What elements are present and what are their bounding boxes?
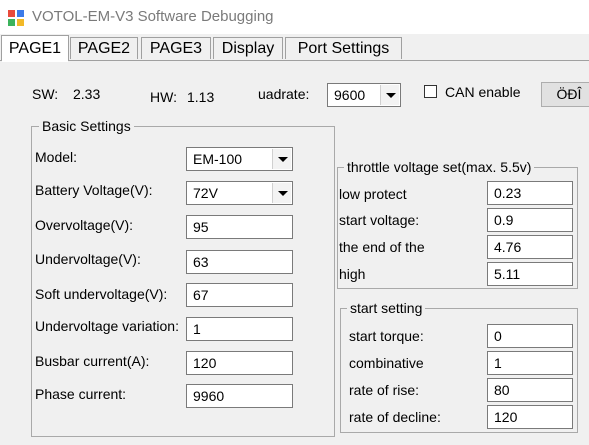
sw-label: SW: <box>32 86 59 102</box>
low-protect-label: low protect <box>339 186 407 202</box>
chevron-down-icon[interactable] <box>272 183 291 203</box>
low-protect-field[interactable]: 0.23 <box>487 181 573 205</box>
start-setting-legend: start setting <box>347 300 426 316</box>
model-value: EM-100 <box>193 151 243 167</box>
rate-of-rise-field[interactable]: 80 <box>487 378 573 402</box>
tab-display[interactable]: Display <box>213 37 283 59</box>
end-voltage-field[interactable]: 4.76 <box>487 235 573 259</box>
busbar-current-label: Busbar current(A): <box>35 353 150 369</box>
battery-voltage-label: Battery Voltage(V): <box>35 182 153 198</box>
battery-voltage-select[interactable]: 72V <box>186 181 293 205</box>
start-voltage-label: start voltage: <box>339 212 420 228</box>
tab-port-settings[interactable]: Port Settings <box>285 37 402 59</box>
hw-label: HW: <box>150 89 177 105</box>
battery-voltage-value: 72V <box>193 185 218 201</box>
sw-value: 2.33 <box>73 86 101 102</box>
model-label: Model: <box>35 149 78 165</box>
overvoltage-field[interactable]: 95 <box>186 215 293 239</box>
undervoltage-variation-label: Undervoltage variation: <box>35 318 179 334</box>
app-blocks-icon <box>8 10 24 26</box>
rate-of-rise-label: rate of rise: <box>349 382 420 398</box>
soft-undervoltage-field[interactable]: 67 <box>186 283 293 307</box>
start-torque-field[interactable]: 0 <box>487 324 573 348</box>
high-field[interactable]: 5.11 <box>487 262 573 286</box>
can-enable-label: CAN enable <box>445 84 521 100</box>
phase-current-field[interactable]: 9960 <box>186 384 293 408</box>
chevron-down-icon[interactable] <box>380 85 399 105</box>
tab-page1[interactable]: PAGE1 <box>1 35 69 62</box>
baud-rate-label: uadrate: <box>258 86 310 102</box>
undervoltage-label: Undervoltage(V): <box>35 251 141 267</box>
chevron-down-icon[interactable] <box>272 149 291 169</box>
rate-of-decline-label: rate of decline: <box>349 409 441 425</box>
phase-current-label: Phase current: <box>35 386 127 402</box>
tab-page3[interactable]: PAGE3 <box>141 37 211 59</box>
start-voltage-field[interactable]: 0.9 <box>487 208 573 232</box>
end-voltage-label: the end of the <box>339 239 425 255</box>
rate-of-decline-field[interactable]: 120 <box>487 405 573 429</box>
undervoltage-field[interactable]: 63 <box>186 250 293 274</box>
baud-rate-select[interactable]: 9600 <box>327 83 401 107</box>
basic-settings-legend: Basic Settings <box>39 118 134 134</box>
can-enable-checkbox[interactable] <box>424 85 437 98</box>
combinative-label: combinative <box>349 355 424 371</box>
window-title: VOTOL-EM-V3 Software Debugging <box>32 8 274 25</box>
action-button[interactable]: ÖĐÎ <box>541 82 589 107</box>
combinative-field[interactable]: 1 <box>487 351 573 375</box>
tab-page2[interactable]: PAGE2 <box>70 37 138 59</box>
busbar-current-field[interactable]: 120 <box>186 351 293 375</box>
title-bar: VOTOL-EM-V3 Software Debugging <box>0 0 589 34</box>
overvoltage-label: Overvoltage(V): <box>35 217 134 233</box>
start-torque-label: start torque: <box>349 328 424 344</box>
soft-undervoltage-label: Soft undervoltage(V): <box>35 286 168 302</box>
hw-value: 1.13 <box>187 89 215 105</box>
undervoltage-variation-field[interactable]: 1 <box>186 317 293 341</box>
baud-rate-value: 9600 <box>334 87 366 103</box>
high-label: high <box>339 266 366 282</box>
tab-baseline <box>0 60 589 61</box>
model-select[interactable]: EM-100 <box>186 147 293 171</box>
throttle-voltage-legend: throttle voltage set(max. 5.5v) <box>344 159 535 175</box>
